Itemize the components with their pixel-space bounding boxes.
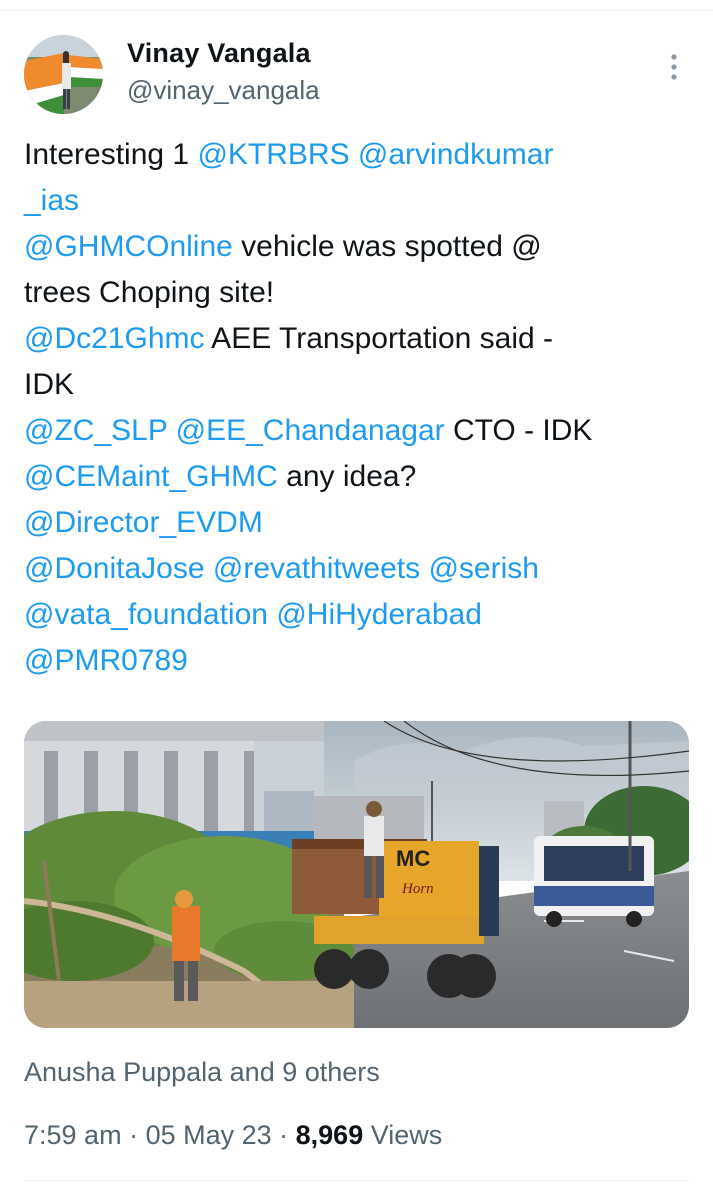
mention-link[interactable]: @CEMaint_GHMC bbox=[24, 460, 278, 493]
tweet-text-segment bbox=[167, 414, 175, 447]
tweet-text-line: Interesting 1 @KTRBRS @arvindkumar bbox=[24, 132, 689, 178]
meta-separator: · bbox=[271, 1120, 296, 1150]
mention-link[interactable]: @serish bbox=[428, 552, 538, 585]
author-name[interactable]: Vinay Vangala bbox=[127, 38, 311, 69]
liked-by-text[interactable]: Anusha Puppala and 9 others bbox=[24, 1057, 380, 1088]
tweet-text-line: @Director_EVDM bbox=[24, 500, 689, 546]
avatar[interactable] bbox=[24, 35, 103, 114]
mention-link[interactable]: @DonitaJose bbox=[24, 552, 205, 585]
tweet-date[interactable]: 05 May 23 bbox=[146, 1120, 272, 1150]
tweet-text-segment: AEE Transportation said - bbox=[204, 322, 554, 355]
views-count: 8,969 bbox=[295, 1120, 364, 1150]
mention-link[interactable]: @Dc21Ghmc bbox=[24, 322, 205, 355]
mention-link[interactable]: @KTRBRS bbox=[197, 138, 349, 171]
meta-separator: · bbox=[121, 1120, 146, 1150]
tweet-text-segment: trees Choping site! bbox=[24, 276, 275, 309]
tweet-meta: 7:59 am · 05 May 23 · 8,969 Views bbox=[24, 1120, 442, 1151]
mention-link[interactable]: @ZC_SLP bbox=[24, 414, 167, 447]
mention-link[interactable]: @HiHyderabad bbox=[276, 598, 482, 631]
avatar-image bbox=[24, 35, 103, 114]
truck-text-horn: Horn bbox=[401, 881, 434, 897]
tweet-text-segment bbox=[350, 138, 358, 171]
views-label: Views bbox=[363, 1120, 443, 1150]
tweet-text-segment: vehicle was spotted @ bbox=[232, 230, 542, 263]
tweet-text-line: @vata_foundation @HiHyderabad bbox=[24, 592, 689, 638]
mention-link[interactable]: @revathitweets bbox=[213, 552, 420, 585]
mention-link[interactable]: @arvindkumar bbox=[358, 138, 554, 171]
tree-cutting-photo: MC Horn bbox=[24, 721, 689, 1028]
tweet-text-line: @ZC_SLP @EE_Chandanagar CTO - IDK bbox=[24, 408, 689, 454]
mention-link[interactable]: @vata_foundation bbox=[24, 598, 268, 631]
top-divider bbox=[0, 10, 713, 11]
tweet-text-line: @DonitaJose @revathitweets @serish bbox=[24, 546, 689, 592]
bottom-divider bbox=[24, 1180, 689, 1181]
mention-link[interactable]: @Director_EVDM bbox=[24, 506, 263, 539]
tweet-text-segment bbox=[205, 552, 213, 585]
more-vertical-icon[interactable] bbox=[663, 50, 685, 84]
tweet-text-segment: IDK bbox=[24, 368, 75, 401]
author-handle[interactable]: @vinay_vangala bbox=[127, 75, 320, 106]
tweet-text-line: @CEMaint_GHMC any idea? bbox=[24, 454, 689, 500]
tweet-text-line: @Dc21Ghmc AEE Transportation said - bbox=[24, 316, 689, 362]
tweet-text-line: _ias bbox=[24, 178, 689, 224]
truck-text-mc: MC bbox=[396, 846, 430, 871]
tweet-text-line: trees Choping site! bbox=[24, 270, 689, 316]
tweet-text-segment: Interesting 1 bbox=[24, 138, 198, 171]
tweet-text-line: IDK bbox=[24, 362, 689, 408]
tweet-text-segment: CTO - IDK bbox=[444, 414, 593, 447]
tweet-photo[interactable]: MC Horn bbox=[24, 721, 689, 1028]
tweet-text-segment: any idea? bbox=[277, 460, 417, 493]
mention-link[interactable]: @EE_Chandanagar bbox=[176, 414, 445, 447]
mention-link[interactable]: @GHMCOnline bbox=[24, 230, 233, 263]
tweet-text: Interesting 1 @KTRBRS @arvindkumar _ias @G… bbox=[24, 132, 689, 684]
mention-link[interactable]: _ias bbox=[24, 184, 79, 217]
tweet-time[interactable]: 7:59 am bbox=[24, 1120, 122, 1150]
tweet-text-line: @GHMCOnline vehicle was spotted @ bbox=[24, 224, 689, 270]
tweet-text-line: @PMR0789 bbox=[24, 638, 689, 684]
mention-link[interactable]: @PMR0789 bbox=[24, 644, 188, 677]
